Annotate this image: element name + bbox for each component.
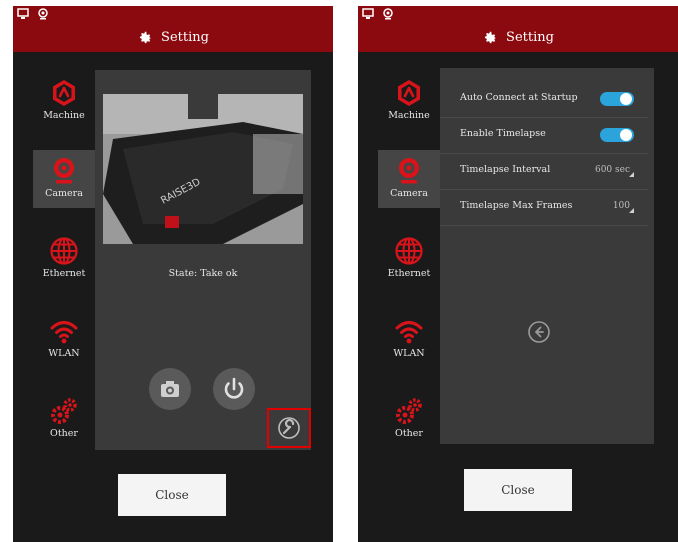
gears-icon: [396, 398, 422, 424]
globe-icon: [395, 237, 423, 265]
wifi-icon: [395, 321, 423, 344]
sidebar-item-label: Ethernet: [42, 268, 86, 279]
sidebar-item-ethernet[interactable]: Ethernet: [378, 230, 440, 288]
camera-settings-screen: Setting Machine Camera Ethernet WLAN Oth…: [358, 6, 678, 542]
camera-screen: Setting Machine Camera Ethernet WLAN Oth…: [13, 6, 333, 542]
camera-icon: [399, 158, 419, 184]
sidebar-item-machine[interactable]: Machine: [33, 72, 95, 130]
sidebar-item-camera[interactable]: Camera: [378, 150, 440, 208]
auto-connect-toggle[interactable]: [600, 92, 634, 106]
sidebar-item-label: Machine: [43, 110, 85, 121]
camera-preview-image: RAISE3D: [103, 94, 303, 244]
close-button[interactable]: Close: [464, 469, 572, 511]
setting-label: Timelapse Interval: [460, 164, 551, 175]
machine-icon: [53, 80, 75, 106]
wrench-icon: [278, 417, 300, 439]
sidebar-item-ethernet[interactable]: Ethernet: [33, 230, 95, 288]
power-icon: [224, 377, 244, 399]
setting-row-auto-connect: Auto Connect at Startup: [440, 82, 648, 118]
gears-icon: [51, 398, 77, 424]
page-title: Setting: [161, 29, 209, 45]
setting-label: Enable Timelapse: [460, 128, 546, 139]
dropdown-corner-icon: [629, 172, 634, 177]
webcam-status-icon: [38, 8, 48, 20]
sidebar-item-other[interactable]: Other: [33, 390, 95, 448]
sidebar-item-wlan[interactable]: WLAN: [33, 310, 95, 368]
camera-capture-icon: [161, 381, 179, 397]
dropdown-corner-icon: [629, 208, 634, 213]
gear-icon: [484, 31, 497, 44]
sidebar-item-label: WLAN: [48, 348, 80, 359]
gear-icon: [139, 31, 152, 44]
status-bar: [13, 6, 333, 22]
take-photo-button[interactable]: [149, 368, 191, 410]
sidebar-item-machine[interactable]: Machine: [378, 72, 440, 130]
webcam-status-icon: [383, 8, 393, 20]
camera-settings-panel: Auto Connect at Startup Enable Timelapse…: [440, 68, 654, 444]
wifi-icon: [50, 321, 78, 344]
sidebar-item-other[interactable]: Other: [378, 390, 440, 448]
close-button[interactable]: Close: [118, 474, 226, 516]
title-bar: Setting: [358, 22, 678, 52]
setting-row-timelapse-interval: Timelapse Interval 600 sec: [440, 154, 648, 190]
setting-row-enable-timelapse: Enable Timelapse: [440, 118, 648, 154]
monitor-icon: [362, 8, 374, 19]
sidebar-item-label: WLAN: [393, 348, 425, 359]
camera-panel: RAISE3D State: Take ok: [95, 70, 311, 450]
sidebar-item-label: Other: [395, 428, 423, 439]
back-arrow-icon: [528, 321, 550, 343]
sidebar-item-label: Other: [50, 428, 78, 439]
monitor-icon: [17, 8, 29, 19]
setting-row-timelapse-max-frames: Timelapse Max Frames 100: [440, 190, 648, 226]
camera-icon: [54, 158, 74, 184]
back-button[interactable]: [527, 320, 551, 344]
sidebar-item-label: Camera: [45, 188, 83, 199]
machine-icon: [398, 80, 420, 106]
camera-preview: RAISE3D: [103, 94, 303, 244]
timelapse-interval-value[interactable]: 600 sec: [595, 165, 630, 175]
sidebar-item-wlan[interactable]: WLAN: [378, 310, 440, 368]
timelapse-max-frames-value[interactable]: 100: [613, 201, 630, 211]
setting-label: Timelapse Max Frames: [460, 200, 573, 211]
title-bar: Setting: [13, 22, 333, 52]
globe-icon: [50, 237, 78, 265]
camera-settings-button[interactable]: [267, 408, 311, 448]
sidebar-item-camera[interactable]: Camera: [33, 150, 95, 208]
power-button[interactable]: [213, 368, 255, 410]
page-title: Setting: [506, 29, 554, 45]
status-bar: [358, 6, 678, 22]
sidebar-item-label: Machine: [388, 110, 430, 121]
setting-label: Auto Connect at Startup: [460, 92, 578, 103]
enable-timelapse-toggle[interactable]: [600, 128, 634, 142]
sidebar-item-label: Camera: [390, 188, 428, 199]
sidebar-item-label: Ethernet: [387, 268, 431, 279]
camera-state-text: State: Take ok: [168, 268, 238, 279]
